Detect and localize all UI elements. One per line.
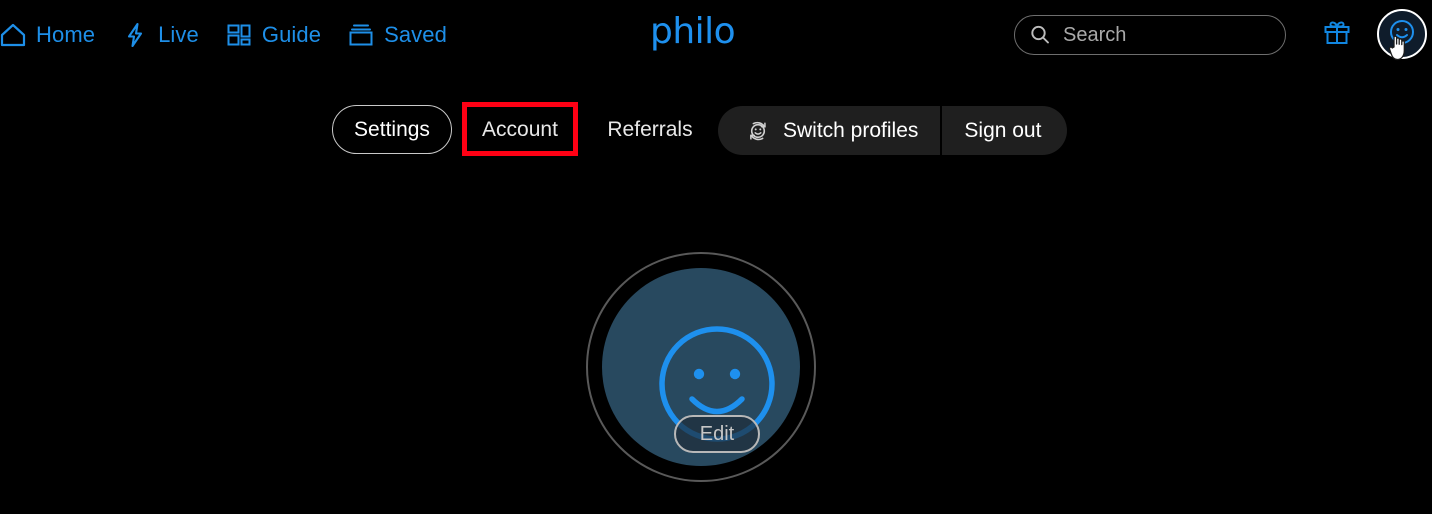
- smiley-face-icon: [1387, 17, 1417, 52]
- profile-actions-group: Switch profiles Sign out: [718, 106, 1068, 155]
- tab-settings-label: Settings: [354, 117, 430, 141]
- saved-box-icon: [347, 21, 375, 49]
- gift-icon: [1321, 17, 1353, 54]
- search-input[interactable]: [1063, 23, 1263, 47]
- header-avatar-button[interactable]: [1377, 9, 1427, 59]
- nav-item-guide[interactable]: Guide: [212, 12, 334, 58]
- lightning-bolt-icon: [121, 21, 149, 49]
- switch-profiles-label: Switch profiles: [783, 118, 919, 142]
- tab-settings[interactable]: Settings: [332, 105, 452, 154]
- philo-logo[interactable]: philo: [650, 13, 742, 55]
- search-icon: [1029, 24, 1051, 46]
- home-icon: [0, 21, 27, 49]
- gift-button[interactable]: [1318, 16, 1356, 54]
- switch-profiles-smiley-icon: [744, 117, 772, 145]
- account-tab-row: Settings Account Referrals Switch profil…: [0, 103, 1432, 157]
- tab-account[interactable]: Account: [466, 106, 574, 153]
- nav-label-live: Live: [158, 22, 199, 47]
- top-header: Home Live Guide Saved philo Search: [0, 0, 1432, 70]
- nav-item-saved[interactable]: Saved: [334, 12, 460, 58]
- nav-label-home: Home: [36, 22, 96, 47]
- profile-avatar-area: Edit: [586, 252, 816, 482]
- philo-logo-text: philo: [650, 11, 736, 52]
- primary-nav: Home Live Guide Saved: [0, 0, 460, 70]
- sign-out-label: Sign out: [964, 118, 1042, 142]
- switch-profiles-button[interactable]: Switch profiles: [718, 106, 941, 155]
- tab-account-label: Account: [482, 117, 558, 141]
- nav-item-home[interactable]: Home: [0, 12, 108, 58]
- nav-label-saved: Saved: [384, 22, 447, 47]
- nav-label-guide: Guide: [261, 22, 322, 47]
- philo-account-page: Home Live Guide Saved philo Search Setti…: [0, 0, 1432, 514]
- edit-avatar-label: Edit: [699, 422, 735, 445]
- edit-avatar-button[interactable]: Edit: [674, 415, 760, 453]
- grid-icon: [225, 21, 253, 49]
- sign-out-button[interactable]: Sign out: [942, 106, 1068, 155]
- tab-referrals[interactable]: Referrals: [600, 106, 700, 153]
- nav-item-live[interactable]: Live: [108, 12, 212, 58]
- profile-avatar-button[interactable]: Edit: [602, 268, 800, 466]
- search-bar[interactable]: [1014, 15, 1286, 55]
- tab-referrals-label: Referrals: [607, 117, 693, 141]
